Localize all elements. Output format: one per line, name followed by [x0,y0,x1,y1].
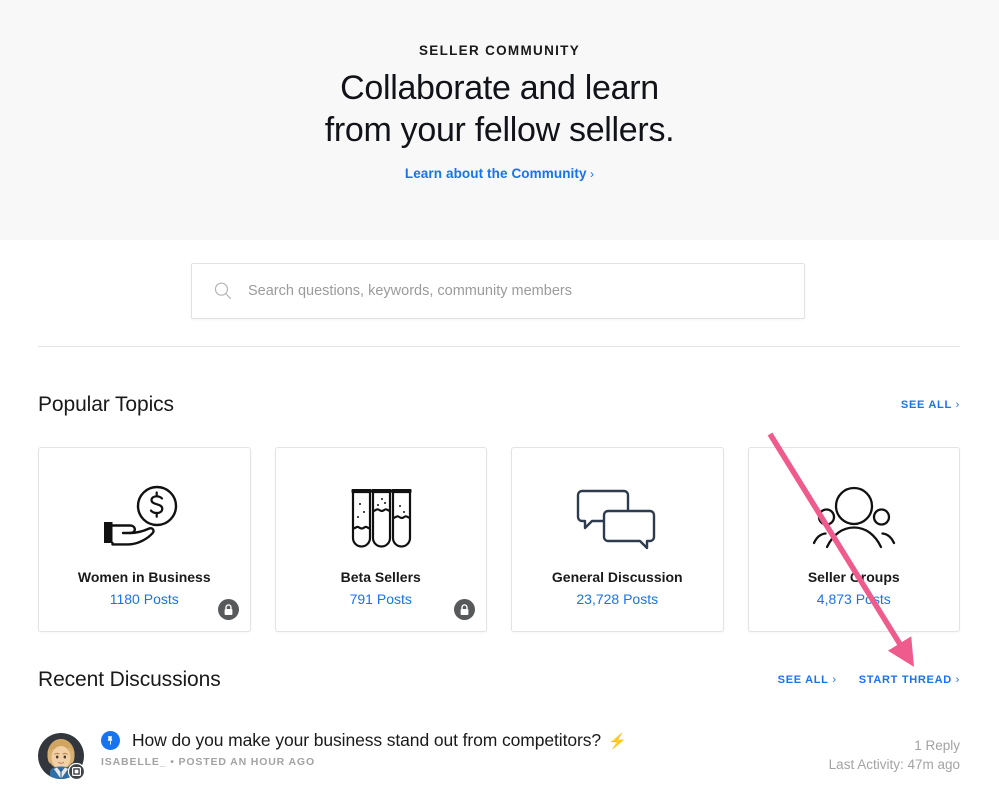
popular-topics-actions: SEE ALL › [901,399,960,411]
recent-discussions-header: Recent Discussions SEE ALL › START THREA… [38,665,960,695]
hero-title-line-1: Collaborate and learn [325,67,675,109]
popular-topics-title: Popular Topics [38,393,174,417]
learn-about-community-label: Learn about the Community [405,166,587,181]
discussion-content: How do you make your business stand out … [101,727,829,768]
discussion-reply-count: 1 Reply [829,736,960,755]
topic-card-women-in-business[interactable]: Women in Business 1180 Posts [38,447,251,632]
recent-discussions-title: Recent Discussions [38,668,221,692]
popular-topics-see-all-label: SEE ALL [901,399,952,411]
pin-icon [101,731,120,750]
learn-about-community-link[interactable]: Learn about the Community › [405,166,594,181]
section-divider [38,346,960,347]
topic-card-beta-sellers[interactable]: Beta Sellers 791 Posts [275,447,488,632]
topic-card-title: Seller Groups [808,569,900,585]
recent-discussions-see-all-label: SEE ALL [778,674,829,686]
community-page: SELLER COMMUNITY Collaborate and learn f… [0,0,999,791]
topic-card-title: General Discussion [552,569,683,585]
lightning-emoji-icon: ⚡ [608,732,627,750]
discussion-list-item[interactable]: How do you make your business stand out … [38,727,960,787]
page-title: Collaborate and learn from your fellow s… [325,67,675,151]
topic-card-title: Women in Business [78,569,211,585]
topic-card-title: Beta Sellers [341,569,421,585]
discussion-meta: ISABELLE_ • POSTED AN HOUR AGO [101,756,829,768]
lock-icon [218,599,239,620]
discussion-stats: 1 Reply Last Activity: 47m ago [829,727,960,774]
chevron-right-icon: › [587,167,595,181]
recent-discussions-see-all-link[interactable]: SEE ALL › [778,674,837,686]
avatar[interactable] [38,733,84,779]
discussion-title[interactable]: How do you make your business stand out … [132,730,601,751]
recent-discussions-actions: SEE ALL › START THREAD › [778,674,960,686]
speech-bubbles-icon [576,481,658,559]
hero-eyebrow: SELLER COMMUNITY [419,43,580,58]
discussion-posted-time: POSTED AN HOUR AGO [179,756,315,768]
chevron-right-icon: › [952,399,960,411]
discussion-author[interactable]: ISABELLE_ [101,756,166,768]
search-icon [213,281,233,301]
chevron-right-icon: › [829,674,837,686]
search-input[interactable] [248,283,786,299]
group-people-icon [811,481,897,559]
discussion-last-activity: Last Activity: 47m ago [829,755,960,774]
topic-card-post-count: 1180 Posts [110,591,179,607]
topic-card-general-discussion[interactable]: General Discussion 23,728 Posts [511,447,724,632]
discussion-title-line: How do you make your business stand out … [101,730,829,751]
search-bar[interactable] [191,263,805,319]
topic-card-seller-groups[interactable]: Seller Groups 4,873 Posts [748,447,961,632]
chevron-right-icon: › [952,674,960,686]
popular-topics-header: Popular Topics SEE ALL › [38,390,960,420]
test-tubes-icon [341,481,421,559]
lock-icon [454,599,475,620]
start-thread-link[interactable]: START THREAD › [859,674,960,686]
hero-banner: SELLER COMMUNITY Collaborate and learn f… [0,0,999,240]
topic-card-post-count: 791 Posts [350,591,412,607]
start-thread-label: START THREAD [859,674,952,686]
hero-title-line-2: from your fellow sellers. [325,109,675,151]
popular-topics-cards: Women in Business 1180 Posts [38,447,960,632]
meta-separator: • [170,756,175,768]
avatar-status-badge [68,763,85,780]
hand-holding-coin-icon [99,481,189,559]
popular-topics-see-all-link[interactable]: SEE ALL › [901,399,960,411]
topic-card-post-count: 4,873 Posts [817,591,891,607]
topic-card-post-count: 23,728 Posts [576,591,658,607]
